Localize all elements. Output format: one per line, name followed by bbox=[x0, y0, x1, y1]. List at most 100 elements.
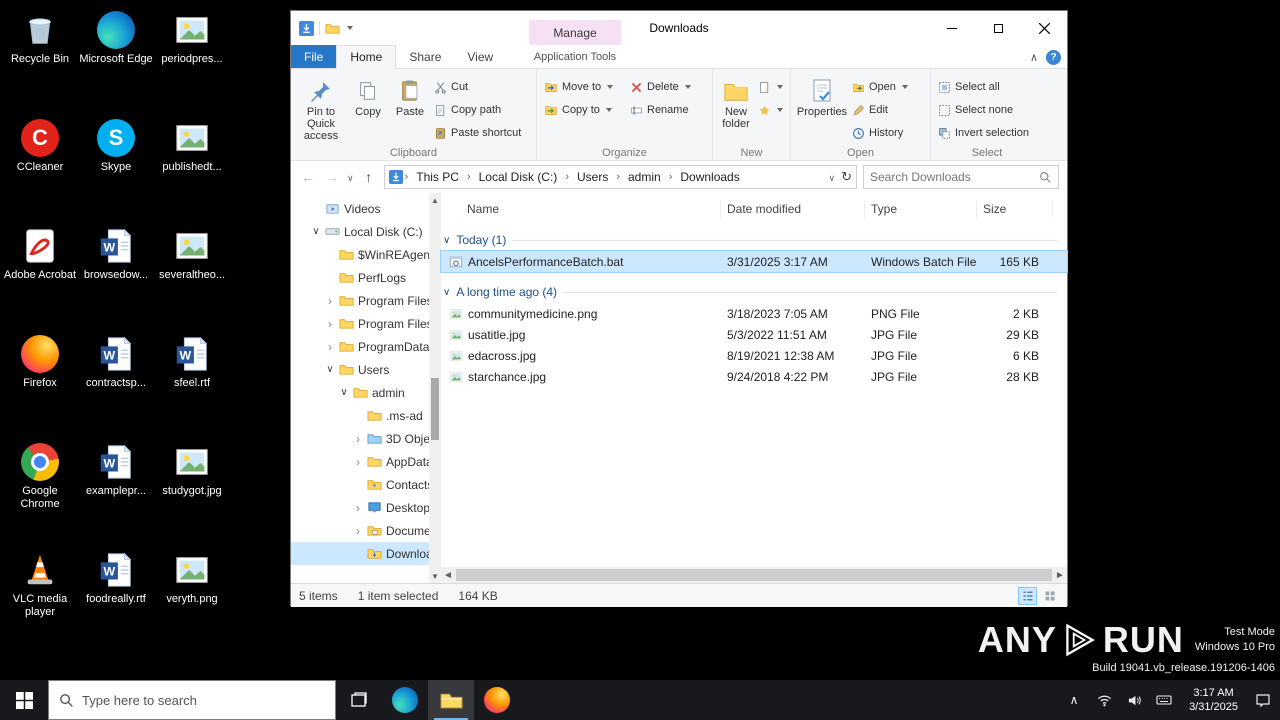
up-button[interactable]: ↑ bbox=[360, 169, 378, 185]
easy-access-button[interactable] bbox=[755, 100, 786, 120]
file-row-starchance[interactable]: starchance.jpg 9/24/2018 4:22 PM JPG Fil… bbox=[441, 366, 1067, 387]
volume-icon[interactable] bbox=[1121, 680, 1147, 720]
rename-button[interactable]: Rename bbox=[627, 100, 705, 120]
recent-locations-icon[interactable] bbox=[347, 170, 354, 184]
search-icon[interactable] bbox=[1039, 171, 1052, 184]
desktop-icon-foodreally[interactable]: W foodreally.rtf bbox=[78, 546, 154, 654]
taskbar-clock[interactable]: 3:17 AM 3/31/2025 bbox=[1181, 686, 1246, 714]
desktop-icon-recycle-bin[interactable]: Recycle Bin bbox=[2, 6, 78, 114]
breadcrumb-admin[interactable]: admin bbox=[622, 170, 667, 184]
taskbar-file-explorer-button[interactable] bbox=[428, 680, 474, 720]
file-row-communitymedicine[interactable]: communitymedicine.png 3/18/2023 7:05 AM … bbox=[441, 303, 1067, 324]
file-row-edacross[interactable]: edacross.jpg 8/19/2021 12:38 AM JPG File… bbox=[441, 345, 1067, 366]
new-item-button[interactable] bbox=[755, 77, 786, 97]
nav-item-program-files[interactable]: Program Files bbox=[291, 289, 429, 312]
nav-item-winreagent[interactable]: $WinREAgent bbox=[291, 243, 429, 266]
nav-item-desktop[interactable]: Desktop bbox=[291, 496, 429, 519]
desktop-icon-ccleaner[interactable]: CCleaner bbox=[2, 114, 78, 222]
desktop-icon-periodpres[interactable]: periodpres... bbox=[154, 6, 230, 114]
nav-item-3d-objects[interactable]: 3D Objects bbox=[291, 427, 429, 450]
qat-folder-icon[interactable] bbox=[325, 21, 340, 36]
column-header-date-modified[interactable]: Date modified bbox=[721, 200, 865, 218]
task-view-button[interactable] bbox=[336, 680, 382, 720]
desktop-icon-severaltheo[interactable]: severaltheo... bbox=[154, 222, 230, 330]
breadcrumb[interactable]: This PC Local Disk (C:) Users admin Down… bbox=[384, 165, 857, 189]
minimize-button[interactable] bbox=[929, 11, 975, 45]
move-to-button[interactable]: Move to bbox=[541, 77, 627, 97]
taskbar-search[interactable] bbox=[48, 680, 336, 720]
help-icon[interactable] bbox=[1046, 50, 1061, 65]
tab-application-tools[interactable]: Application Tools bbox=[529, 45, 621, 69]
scrollbar-thumb[interactable] bbox=[431, 378, 439, 440]
search-box[interactable] bbox=[863, 165, 1059, 189]
collapse-ribbon-icon[interactable]: ∧ bbox=[1030, 51, 1038, 64]
new-folder-button[interactable]: New folder bbox=[717, 72, 755, 130]
tray-expand-icon[interactable]: ∧ bbox=[1061, 680, 1087, 720]
desktop-icon-browsedow[interactable]: W browsedow... bbox=[78, 222, 154, 330]
qat-dropdown-icon[interactable] bbox=[347, 26, 353, 30]
properties-button[interactable]: Properties bbox=[795, 72, 849, 118]
chevron-right-icon[interactable] bbox=[325, 340, 335, 354]
nav-item-local-disk-c[interactable]: Local Disk (C:) bbox=[291, 220, 429, 243]
history-button[interactable]: History bbox=[849, 123, 911, 143]
tab-file[interactable]: File bbox=[291, 45, 336, 68]
desktop-icon-adobe-acrobat[interactable]: Adobe Acrobat bbox=[2, 222, 78, 330]
desktop-icon-skype[interactable]: Skype bbox=[78, 114, 154, 222]
desktop-icon-google-chrome[interactable]: Google Chrome bbox=[2, 438, 78, 546]
select-none-button[interactable]: Select none bbox=[935, 100, 1032, 120]
breadcrumb-local-disk-c[interactable]: Local Disk (C:) bbox=[473, 170, 564, 184]
nav-item-programdata[interactable]: ProgramData bbox=[291, 335, 429, 358]
taskbar-edge-button[interactable] bbox=[382, 680, 428, 720]
chevron-right-icon[interactable] bbox=[325, 317, 335, 331]
breadcrumb-users[interactable]: Users bbox=[571, 170, 614, 184]
horizontal-scrollbar[interactable]: ◄ ► bbox=[441, 567, 1067, 583]
back-button[interactable]: ← bbox=[299, 169, 317, 185]
nav-item-contacts[interactable]: Contacts bbox=[291, 473, 429, 496]
chevron-right-icon[interactable] bbox=[353, 524, 363, 538]
nav-item-videos[interactable]: Videos bbox=[291, 197, 429, 220]
chevron-right-icon[interactable] bbox=[353, 501, 363, 515]
nav-item-documents[interactable]: Documents bbox=[291, 519, 429, 542]
scroll-right-icon[interactable]: ► bbox=[1053, 570, 1067, 581]
invert-selection-button[interactable]: Invert selection bbox=[935, 123, 1032, 143]
column-header-name[interactable]: Name bbox=[441, 200, 721, 218]
copy-to-button[interactable]: Copy to bbox=[541, 100, 627, 120]
network-icon[interactable] bbox=[1091, 680, 1117, 720]
copy-button[interactable]: Copy bbox=[347, 72, 389, 118]
file-row-ancelsperformancebatch[interactable]: AncelsPerformanceBatch.bat 3/31/2025 3:1… bbox=[441, 251, 1067, 272]
breadcrumb-downloads[interactable]: Downloads bbox=[674, 170, 745, 184]
desktop-icon-publishedt[interactable]: publishedt... bbox=[154, 114, 230, 222]
desktop-icon-veryth[interactable]: veryth.png bbox=[154, 546, 230, 654]
desktop-icon-firefox[interactable]: Firefox bbox=[2, 330, 78, 438]
start-button[interactable] bbox=[0, 680, 48, 720]
tab-share[interactable]: Share bbox=[396, 45, 454, 68]
search-input[interactable] bbox=[870, 170, 1039, 184]
desktop-icon-studygot[interactable]: studygot.jpg bbox=[154, 438, 230, 546]
group-header-a-long-time-ago[interactable]: A long time ago (4) bbox=[441, 281, 1067, 303]
group-collapse-icon[interactable] bbox=[443, 287, 450, 298]
refresh-icon[interactable] bbox=[841, 169, 852, 185]
taskbar-search-input[interactable] bbox=[82, 693, 325, 708]
nav-item-appdata[interactable]: AppData bbox=[291, 450, 429, 473]
scroll-up-icon[interactable]: ▲ bbox=[429, 193, 441, 207]
paste-button[interactable]: Paste bbox=[389, 72, 431, 118]
open-button[interactable]: Open bbox=[849, 77, 911, 97]
nav-item-program-files-x86[interactable]: Program Files bbox=[291, 312, 429, 335]
nav-item-perflogs[interactable]: PerfLogs bbox=[291, 266, 429, 289]
desktop-icon-contractsp[interactable]: W contractsp... bbox=[78, 330, 154, 438]
address-dropdown-icon[interactable] bbox=[829, 170, 836, 184]
nav-item-users[interactable]: Users bbox=[291, 358, 429, 381]
touch-keyboard-icon[interactable] bbox=[1151, 680, 1177, 720]
details-view-button[interactable] bbox=[1018, 587, 1037, 605]
desktop-icon-microsoft-edge[interactable]: Microsoft Edge bbox=[78, 6, 154, 114]
navigation-scrollbar[interactable]: ▲ ▼ bbox=[429, 193, 441, 583]
nav-item-admin[interactable]: admin bbox=[291, 381, 429, 404]
chevron-right-icon[interactable] bbox=[353, 455, 363, 469]
tab-home[interactable]: Home bbox=[336, 45, 396, 69]
large-icons-view-button[interactable] bbox=[1040, 587, 1059, 605]
chevron-down-icon[interactable] bbox=[311, 226, 321, 237]
chevron-down-icon[interactable] bbox=[325, 364, 335, 375]
breadcrumb-this-pc[interactable]: This PC bbox=[410, 170, 465, 184]
tab-view[interactable]: View bbox=[454, 45, 506, 68]
edit-button[interactable]: Edit bbox=[849, 100, 911, 120]
